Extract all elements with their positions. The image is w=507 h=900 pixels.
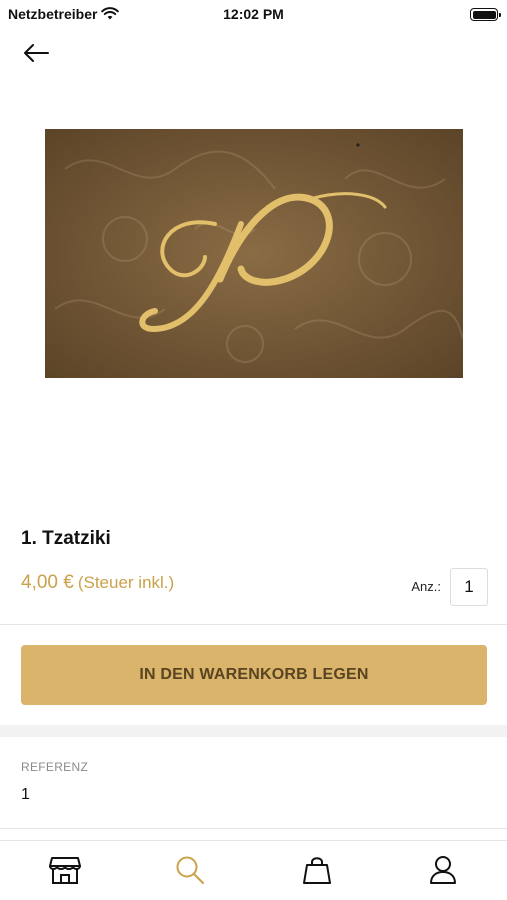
reference-label: REFERENZ: [21, 760, 89, 774]
status-time: 12:02 PM: [223, 6, 284, 22]
divider: [0, 624, 507, 625]
add-to-cart-button[interactable]: IN DEN WARENKORB LEGEN: [21, 645, 487, 705]
product-image: [45, 129, 463, 378]
product-title: 1. Tzatziki: [21, 528, 111, 549]
search-icon: [176, 856, 204, 884]
battery-icon: [470, 8, 501, 21]
product-price: 4,00 €: [21, 572, 74, 593]
store-icon: [49, 857, 81, 884]
divider: [0, 828, 507, 829]
tab-store[interactable]: [48, 853, 82, 887]
tab-search[interactable]: [173, 853, 207, 887]
quantity-input[interactable]: [450, 568, 488, 606]
section-separator: [0, 725, 507, 737]
status-bar: Netzbetreiber 12:02 PM: [0, 0, 507, 30]
reference-value: 1: [21, 786, 30, 803]
shopping-bag-icon: [303, 857, 331, 884]
back-button[interactable]: [22, 40, 54, 66]
tax-note: (Steuer inkl.): [77, 573, 175, 592]
price-row: 4,00 € (Steuer inkl.): [21, 572, 174, 594]
arrow-left-icon: [24, 44, 49, 62]
user-icon: [430, 856, 456, 884]
tab-bar: [0, 840, 507, 900]
tab-cart[interactable]: [300, 853, 334, 887]
tab-account[interactable]: [426, 853, 460, 887]
quantity-label: Anz.:: [411, 579, 441, 594]
